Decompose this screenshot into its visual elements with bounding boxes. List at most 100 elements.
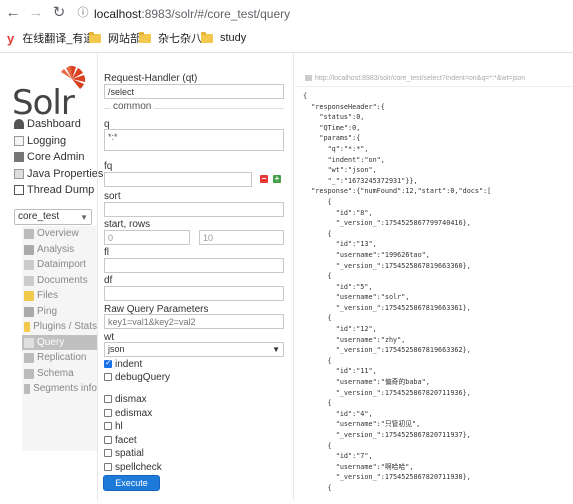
checkbox-icon [104,463,112,471]
core-nav-dataimport[interactable]: Dataimport [22,257,97,272]
nav-label: Thread Dump [27,184,95,196]
wt-select[interactable]: json ▼ [104,342,284,357]
json-line: { [303,356,332,365]
debugquery-checkbox[interactable]: debugQuery [104,371,170,383]
address-bar[interactable]: localhost:8983/solr/#/core_test/query [94,7,290,21]
query-form: Request-Handler (qt) common q *:* fq − +… [97,53,294,502]
bookmark-youdao[interactable]: y 在线翻译_有道 [7,30,94,46]
segments-icon [24,383,31,394]
json-line: "_version_":1754525867820711938}, [335,473,471,482]
json-line: "id":"4", [335,409,373,418]
core-nav-replication[interactable]: Replication [22,350,97,365]
json-line: "username":"偏奇的baba", [335,378,430,387]
core-selector[interactable]: core_test ▼ [14,209,92,225]
response-url-text: http://localhost:8983/solr/core_test/sel… [315,75,526,82]
nav-dashboard[interactable]: Dashboard [14,117,81,131]
core-nav-label: Files [37,290,59,301]
json-line: "id":"11", [335,367,377,376]
fq-input[interactable] [104,172,252,187]
edismax-checkbox[interactable]: edismax [104,407,152,419]
core-nav-label: Replication [37,352,87,363]
fl-input[interactable] [104,258,284,273]
json-line: "username":"啊哈哈", [335,462,414,471]
nav-java-properties[interactable]: Java Properties [14,167,103,181]
json-line: "_":"1673245372931"}}, [327,176,418,185]
checkbox-label: facet [115,434,137,446]
core-admin-icon [14,152,24,162]
bookmarks-bar: y 在线翻译_有道 网站部 杂七杂八 study [0,28,573,48]
replication-icon [24,352,34,363]
core-nav-segments-info[interactable]: Segments info [22,381,97,396]
json-line: "_version_":1754525867819663361}, [335,303,471,312]
hl-checkbox[interactable]: hl [104,420,123,432]
nav-core-admin[interactable]: Core Admin [14,150,84,164]
checkbox-label: spatial [115,447,144,459]
json-line: "response":{"numFound":12,"start":0,"doc… [311,187,492,196]
checkbox-icon [104,449,112,457]
core-nav-query[interactable]: Query [22,335,97,350]
response-url-link[interactable]: http://localhost:8983/solr/core_test/sel… [305,75,525,82]
core-nav-ping[interactable]: Ping [22,304,97,319]
json-line: "QTime":0, [319,123,361,132]
indent-checkbox[interactable]: indent [104,358,142,370]
json-line: "username":"只管初见", [335,420,421,429]
rows-input[interactable] [199,230,284,245]
execute-query-button[interactable]: Execute Query [103,475,160,502]
back-arrow-icon[interactable]: ← [4,4,22,22]
checkbox-checked-icon [104,358,112,368]
request-handler-input[interactable] [104,84,284,99]
core-nav-documents[interactable]: Documents [22,273,97,288]
checkbox-icon [104,395,112,403]
sort-label: sort [104,191,121,202]
checkbox-label: spellcheck [115,461,162,473]
checkbox-label: hl [115,420,123,432]
core-nav-files[interactable]: Files [22,288,97,303]
json-line: "status":0, [319,113,365,122]
dismax-checkbox[interactable]: dismax [104,393,147,405]
checkbox-label: debugQuery [115,371,171,383]
forward-arrow-icon[interactable]: → [27,4,45,22]
remove-fq-icon[interactable]: − [260,175,268,183]
response-json: { "responseHeader":{ "status":0, "QTime"… [303,91,491,494]
core-nav-schema[interactable]: Schema [22,366,97,381]
dataimport-icon [24,259,34,270]
df-input[interactable] [104,286,284,301]
core-nav-overview[interactable]: Overview [22,226,97,241]
nav-logging[interactable]: Logging [14,134,66,148]
facet-checkbox[interactable]: facet [104,434,137,446]
q-textarea[interactable]: *:* [104,129,284,151]
nav-thread-dump[interactable]: Thread Dump [14,183,94,197]
raw-params-input[interactable] [104,314,284,329]
core-nav-label: Segments info [33,383,97,394]
bookmark-folder-misc[interactable]: 杂七杂八 [139,30,202,46]
query-icon [24,337,34,348]
json-line: { [303,399,332,408]
checkbox-icon [104,373,112,381]
core-nav-label: Ping [37,306,58,317]
spatial-checkbox[interactable]: spatial [104,447,144,459]
response-panel: http://localhost:8983/solr/core_test/sel… [295,53,573,500]
info-icon[interactable]: ⓘ [74,4,92,22]
start-input[interactable] [104,230,190,245]
common-legend: common [104,101,284,112]
reload-icon[interactable]: ↻ [50,4,68,22]
json-line: "id":"12", [335,325,377,334]
nav-label: Dashboard [27,118,81,130]
browser-toolbar: ← → ↻ ⓘ localhost:8983/solr/#/core_test/… [0,0,573,28]
thread-dump-icon [14,185,24,195]
bookmark-folder-study[interactable]: study [201,30,246,46]
core-nav-plugins-stats[interactable]: Plugins / Stats [22,319,97,334]
core-nav-analysis[interactable]: Analysis [22,242,97,257]
sort-input[interactable] [104,202,284,217]
handler-label: Request-Handler (qt) [104,73,198,84]
add-fq-icon[interactable]: + [273,175,281,183]
json-line: "_version_":1754525867819663360}, [335,261,471,270]
url-host: localhost [94,7,142,21]
response-divider [295,86,573,87]
json-line: "id":"13", [335,240,377,249]
bookmark-folder-website[interactable]: 网站部 [89,30,141,46]
spellcheck-checkbox[interactable]: spellcheck [104,461,162,473]
plugins-icon [24,321,31,332]
nav-label: Java Properties [27,168,104,180]
json-line: "_version_":1754525867819663362}, [335,346,471,355]
